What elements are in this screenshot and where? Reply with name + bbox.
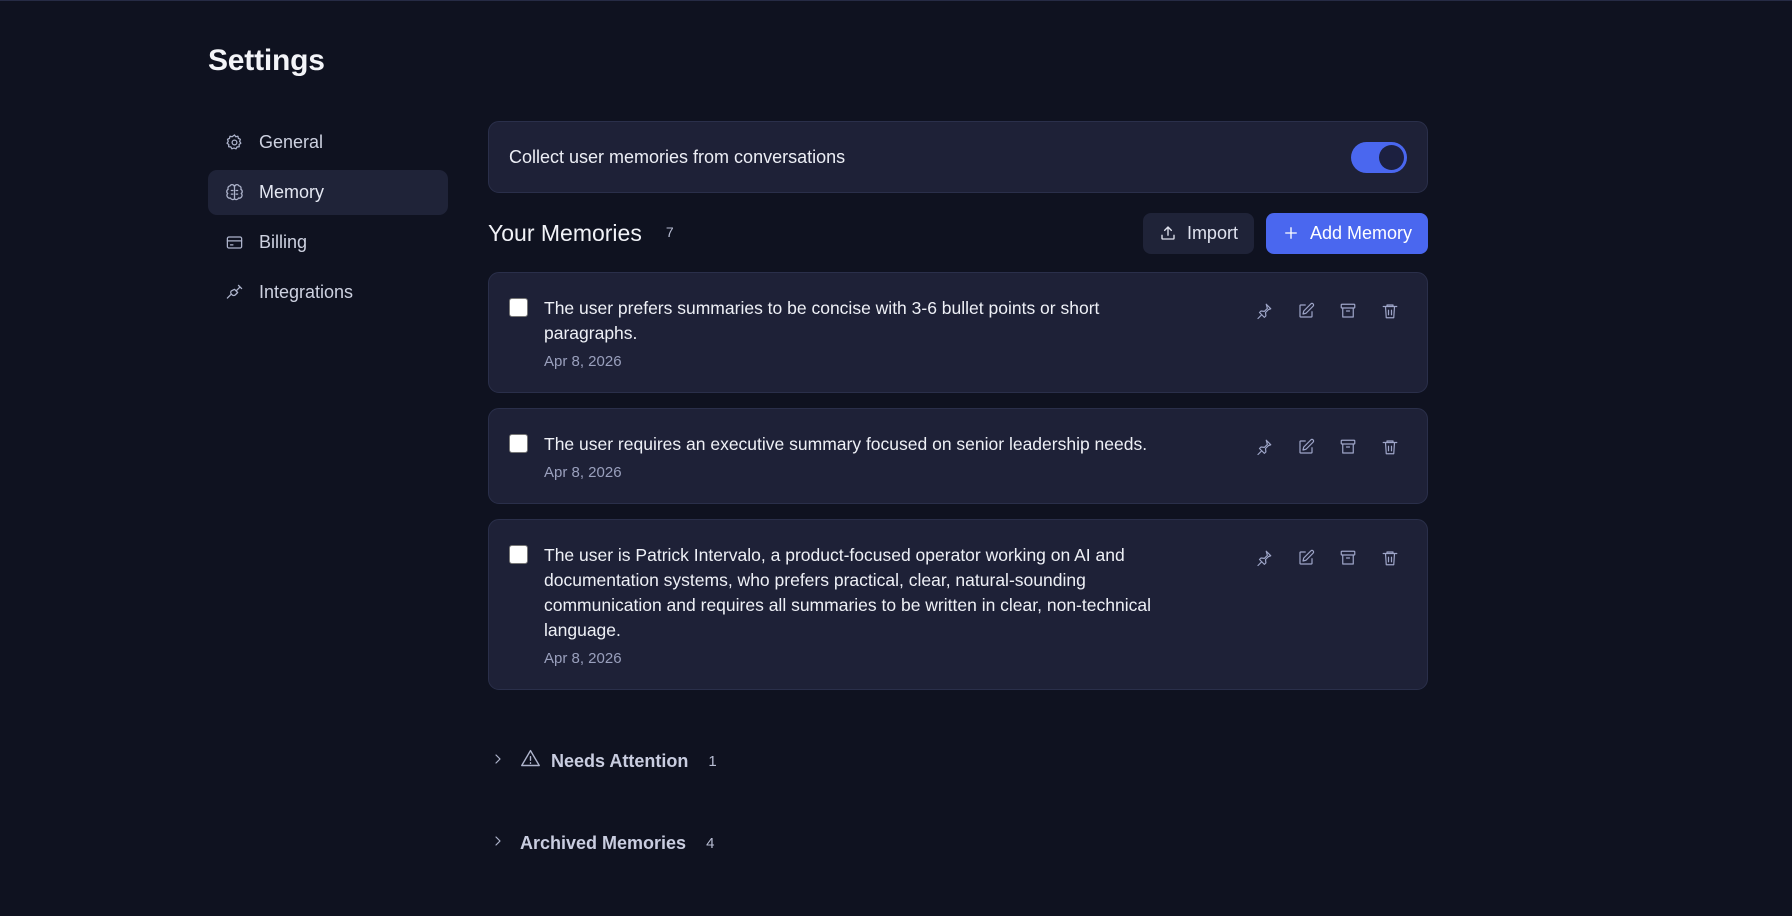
sidebar-item-label: Integrations — [259, 282, 354, 302]
sidebar-item-memory[interactable]: Memory — [208, 170, 448, 215]
memories-title: Your Memories — [488, 219, 642, 246]
import-label: Import — [1186, 222, 1238, 243]
add-memory-label: Add Memory — [1309, 222, 1412, 243]
sidebar-item-label: Memory — [259, 182, 325, 202]
top-divider — [0, 0, 1792, 1]
pin-icon[interactable] — [1253, 547, 1275, 569]
edit-icon[interactable] — [1295, 300, 1317, 322]
memory-panel: Collect user memories from conversations… — [488, 121, 1428, 705]
chevron-right-icon — [490, 833, 506, 854]
plug-icon — [224, 283, 244, 303]
plus-icon — [1285, 227, 1297, 239]
page-title: Settings — [208, 44, 325, 77]
pin-icon[interactable] — [1253, 436, 1275, 458]
archived-memories-section[interactable]: Archived Memories 4 — [490, 833, 714, 854]
sidebar-item-label: General — [259, 132, 324, 152]
trash-icon[interactable] — [1379, 436, 1401, 458]
memory-collection-label: Collect user memories from conversations — [509, 146, 846, 167]
import-button[interactable]: Import — [1142, 212, 1254, 254]
upload-icon — [1161, 226, 1175, 240]
edit-icon[interactable] — [1295, 547, 1317, 569]
memory-item: The user is Patrick Intervalo, a product… — [488, 519, 1428, 690]
memory-collection-toggle[interactable] — [1351, 141, 1407, 173]
memory-date: Apr 8, 2026 — [544, 353, 622, 370]
toggle-knob — [1379, 144, 1404, 170]
edit-icon[interactable] — [1295, 436, 1317, 458]
needs-attention-count: 1 — [708, 752, 717, 770]
chevron-right-icon — [490, 751, 506, 772]
gear-icon — [224, 133, 244, 153]
sidebar-item-label: Billing — [259, 232, 308, 252]
memory-collection-card: Collect user memories from conversations — [488, 121, 1428, 193]
memory-item: The user requires an executive summary f… — [488, 408, 1428, 504]
warning-icon — [520, 748, 541, 774]
needs-attention-section[interactable]: Needs Attention 1 — [490, 748, 717, 774]
memory-checkbox[interactable] — [509, 545, 528, 564]
memory-date: Apr 8, 2026 — [544, 464, 622, 481]
memory-text: The user is Patrick Intervalo, a product… — [544, 545, 1151, 640]
memory-text: The user requires an executive summary f… — [544, 434, 1148, 454]
memory-date: Apr 8, 2026 — [544, 650, 622, 667]
archive-icon[interactable] — [1337, 300, 1359, 322]
memory-text: The user prefers summaries to be concise… — [544, 298, 1100, 343]
memories-count: 7 — [665, 224, 674, 240]
memory-list: The user prefers summaries to be concise… — [488, 272, 1428, 690]
archived-memories-label: Archived Memories — [520, 833, 687, 853]
archive-icon[interactable] — [1337, 547, 1359, 569]
archived-memories-count: 4 — [706, 835, 715, 852]
pin-icon[interactable] — [1253, 300, 1275, 322]
trash-icon[interactable] — [1379, 300, 1401, 322]
settings-sidebar: General Memory Billing Integrations — [208, 120, 448, 320]
needs-attention-label: Needs Attention — [551, 750, 689, 771]
memory-item: The user prefers summaries to be concise… — [488, 272, 1428, 393]
trash-icon[interactable] — [1379, 547, 1401, 569]
sidebar-item-general[interactable]: General — [208, 120, 448, 165]
sidebar-item-integrations[interactable]: Integrations — [208, 270, 448, 315]
archive-icon[interactable] — [1337, 436, 1359, 458]
credit-card-icon — [224, 233, 244, 253]
memories-header: Your Memories 7 Import Add Memory — [488, 212, 1428, 254]
memory-checkbox[interactable] — [509, 298, 528, 317]
memory-checkbox[interactable] — [509, 434, 528, 453]
add-memory-button[interactable]: Add Memory — [1265, 212, 1428, 254]
brain-icon — [224, 183, 244, 203]
sidebar-item-billing[interactable]: Billing — [208, 220, 448, 265]
